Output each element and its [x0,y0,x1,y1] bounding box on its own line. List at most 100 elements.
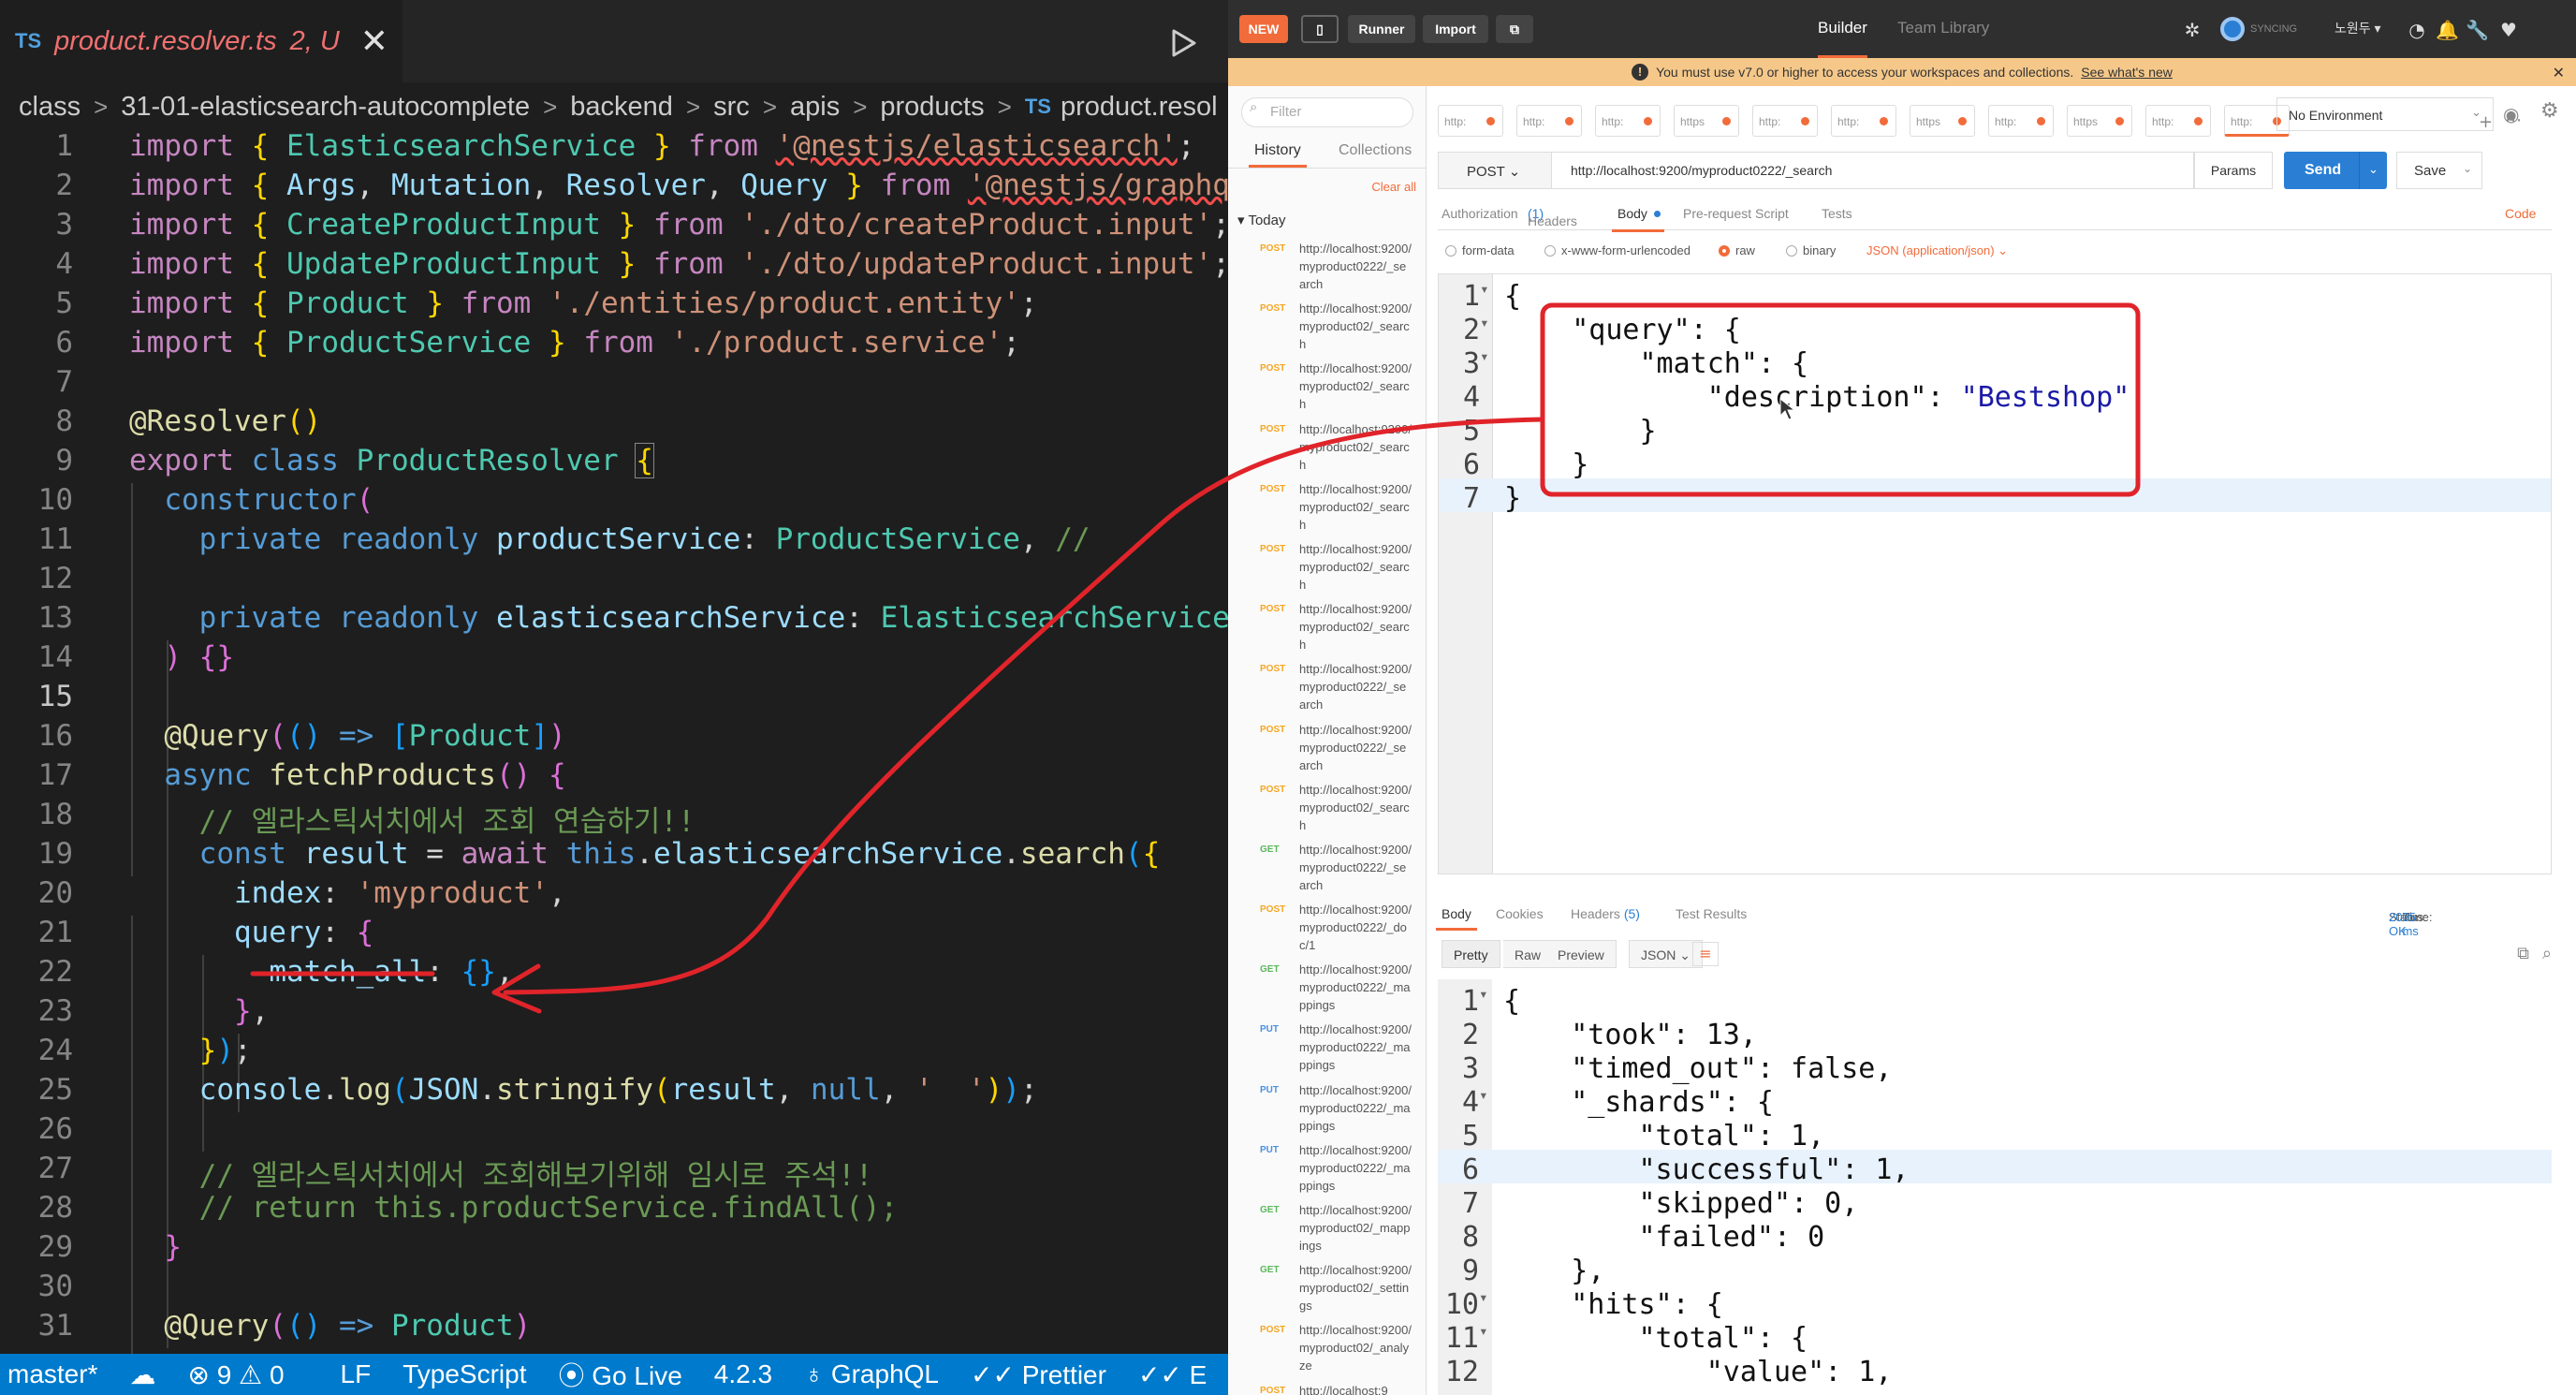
breadcrumb-file[interactable]: product.resol [1061,92,1218,123]
radio-form-data[interactable]: form-data [1445,243,1515,257]
editor-line[interactable]: 10 ▾ "hits": { [1438,1288,2542,1322]
history-item[interactable]: POST http://localhost:9200/myproduct02/_s… [1228,540,1427,600]
history-item[interactable]: POST http://localhost:9200/myproduct02/_s… [1228,600,1427,660]
tab-history[interactable]: History [1249,142,1307,168]
runner-button[interactable]: Runner [1348,15,1415,43]
editor-line[interactable]: 3 "timed_out": false, [1438,1052,2542,1086]
tab-team-library[interactable]: Team Library [1897,19,1989,37]
code-line[interactable]: 13 private readonly elasticsearchService… [0,601,1228,640]
fold-icon[interactable]: ▾ [1480,280,1489,298]
code-line[interactable]: 12 [0,562,1228,601]
run-play-icon[interactable] [1166,26,1200,60]
code-line[interactable]: 28 // return this.productService.findAll… [0,1191,1228,1230]
new-window-icon[interactable]: ⧉ [1496,15,1533,43]
filter-input[interactable]: ⌕ Filter [1241,97,1413,127]
code-line[interactable]: 29 } [0,1230,1228,1270]
code-link[interactable]: Code [2505,206,2536,221]
history-item[interactable]: POST http://localhost:9200/myproduct02/_s… [1228,360,1427,419]
save-button[interactable]: Save ⌄ [2396,152,2482,189]
code-line[interactable]: 3 import { CreateProductInput } from './d… [0,208,1228,247]
breadcrumb-item[interactable]: src [713,92,750,123]
fold-icon[interactable]: ▾ [1480,314,1489,331]
editor-line[interactable]: 1 ▾ { [1439,280,2543,314]
request-tab[interactable]: http: [1752,105,1818,137]
code-line[interactable]: 24 }); [0,1034,1228,1073]
code-line[interactable]: 11 private readonly productService: Prod… [0,522,1228,562]
status-item[interactable]: ✓✓ E [1138,1359,1207,1390]
user-menu[interactable]: 노원두 ▾ [2334,19,2381,37]
tab-collections[interactable]: Collections [1339,142,1412,159]
editor-line[interactable]: 5 "total": 1, [1438,1120,2542,1153]
search-icon[interactable]: ⌕ [2542,944,2552,963]
request-body-editor[interactable]: 1 ▾{2 ▾ "query": {3 ▾ "match": {4 "descript… [1438,273,2552,874]
history-item[interactable]: POST http://localhost:9200/myproduct02/_s… [1228,300,1427,360]
code-line[interactable]: 7 [0,365,1228,404]
tab-response-body[interactable]: Body [1436,906,1477,931]
history-item[interactable]: POST http://localhost:9200/myproduct0222/… [1228,901,1427,961]
fold-icon[interactable]: ▾ [1479,1322,1488,1340]
code-line[interactable]: 14 ) {} [0,640,1228,680]
code-line[interactable]: 25 console.log(JSON.stringify(result, nu… [0,1073,1228,1112]
close-icon[interactable]: ✕ [2553,64,2565,81]
interceptor-icon[interactable]: ✲ [2181,19,2203,41]
eol-indicator[interactable]: LF [341,1359,372,1389]
tab-test-results[interactable]: Test Results [1676,906,1747,921]
code-line[interactable]: 23 }, [0,994,1228,1034]
history-item[interactable]: GET http://localhost:9200/myproduct0222/_… [1228,961,1427,1021]
code-line[interactable]: 27 // 엘라스틱서치에서 조회해보기위해 임시로 주석!! [0,1152,1228,1193]
git-branch[interactable]: master* [7,1359,97,1389]
history-icon[interactable]: ◔ [2406,19,2428,41]
code-line[interactable]: 10 constructor( [0,483,1228,522]
code-line[interactable]: 30 [0,1270,1228,1309]
history-item[interactable]: POST http://localhost:9200/myproduct02/_a… [1228,1321,1427,1381]
code-line[interactable]: 15 [0,680,1228,719]
editor-tab-product-resolver[interactable]: TS product.resolver.ts 2, U ✕ [0,0,402,82]
layout-toggle-icon[interactable]: ▯ [1301,15,1339,43]
breadcrumb-item[interactable]: class [19,92,80,123]
bell-icon[interactable]: 🔔 [2436,19,2459,41]
close-icon[interactable]: ✕ [360,22,388,61]
request-tab[interactable]: http: [1988,105,2054,137]
go-live-button[interactable]: ⦿ Go Live [558,1356,681,1393]
history-item[interactable]: POST http://localhost:9200/myproduct0222/… [1228,240,1427,300]
code-line[interactable]: 16 @Query(() => [Product]) [0,719,1228,758]
chevron-down-icon[interactable]: ⌄ [2359,152,2387,189]
prettier-status[interactable]: ✓✓ Prettier [971,1359,1106,1390]
editor-line[interactable]: 3 ▾ "match": { [1439,347,2543,381]
breadcrumb-item[interactable]: backend [570,92,673,123]
radio-binary[interactable]: binary [1786,243,1836,257]
history-item[interactable]: GET http://localhost:9200/myproduct02/_se… [1228,1261,1427,1321]
code-line[interactable]: 5 import { Product } from './entities/pro… [0,286,1228,326]
code-line[interactable]: 18 // 엘라스틱서치에서 조회 연습하기!! [0,798,1228,839]
history-item[interactable]: POST http://localhost:9 [1228,1382,1427,1395]
content-type-select[interactable]: JSON (application/json) ⌄ [1866,243,2008,258]
url-input[interactable]: http://localhost:9200/myproduct0222/_sea… [1552,152,2194,189]
history-item[interactable]: PUT http://localhost:9200/myproduct0222/_… [1228,1021,1427,1080]
tab-response-headers[interactable]: Headers (5) [1571,906,1640,921]
code-line[interactable]: 2 import { Args, Mutation, Resolver, Quer… [0,169,1228,208]
tab-tests[interactable]: Tests [1822,206,1852,221]
request-tab[interactable]: http: [1831,105,1896,137]
code-line[interactable]: 19 const result = await this.elasticsear… [0,837,1228,876]
fold-icon[interactable]: ▾ [1479,1086,1488,1104]
code-line[interactable]: 21 query: { [0,916,1228,955]
editor-line[interactable]: 8 "failed": 0 [1438,1221,2542,1255]
history-item[interactable]: POST http://localhost:9200/myproduct02/_s… [1228,420,1427,480]
editor-line[interactable]: 9 }, [1438,1255,2542,1288]
heart-icon[interactable]: ♥ [2497,19,2520,41]
send-button[interactable]: Send ⌄ [2284,152,2387,189]
history-item[interactable]: PUT http://localhost:9200/myproduct0222/_… [1228,1081,1427,1141]
request-tab[interactable]: https [1674,105,1739,137]
code-line[interactable]: 31 @Query(() => Product) [0,1309,1228,1348]
fold-icon[interactable]: ▾ [1479,985,1488,1003]
editor-line[interactable]: 4 "description": "Bestshop" [1439,381,2543,415]
problems-count[interactable]: ⊗ 9 ⚠ 0 [187,1359,284,1390]
pretty-button[interactable]: Pretty [1442,940,1500,968]
editor-line[interactable]: 6 "successful": 1, [1438,1153,2542,1187]
ts-version[interactable]: 4.2.3 [714,1359,772,1389]
clear-all-button[interactable]: Clear all [1371,180,1416,194]
history-item[interactable]: GET http://localhost:9200/myproduct02/_ma… [1228,1201,1427,1261]
tab-prerequest-script[interactable]: Pre-request Script [1683,206,1789,221]
editor-line[interactable]: 5 } [1439,415,2543,448]
new-button[interactable]: NEW [1239,15,1288,43]
